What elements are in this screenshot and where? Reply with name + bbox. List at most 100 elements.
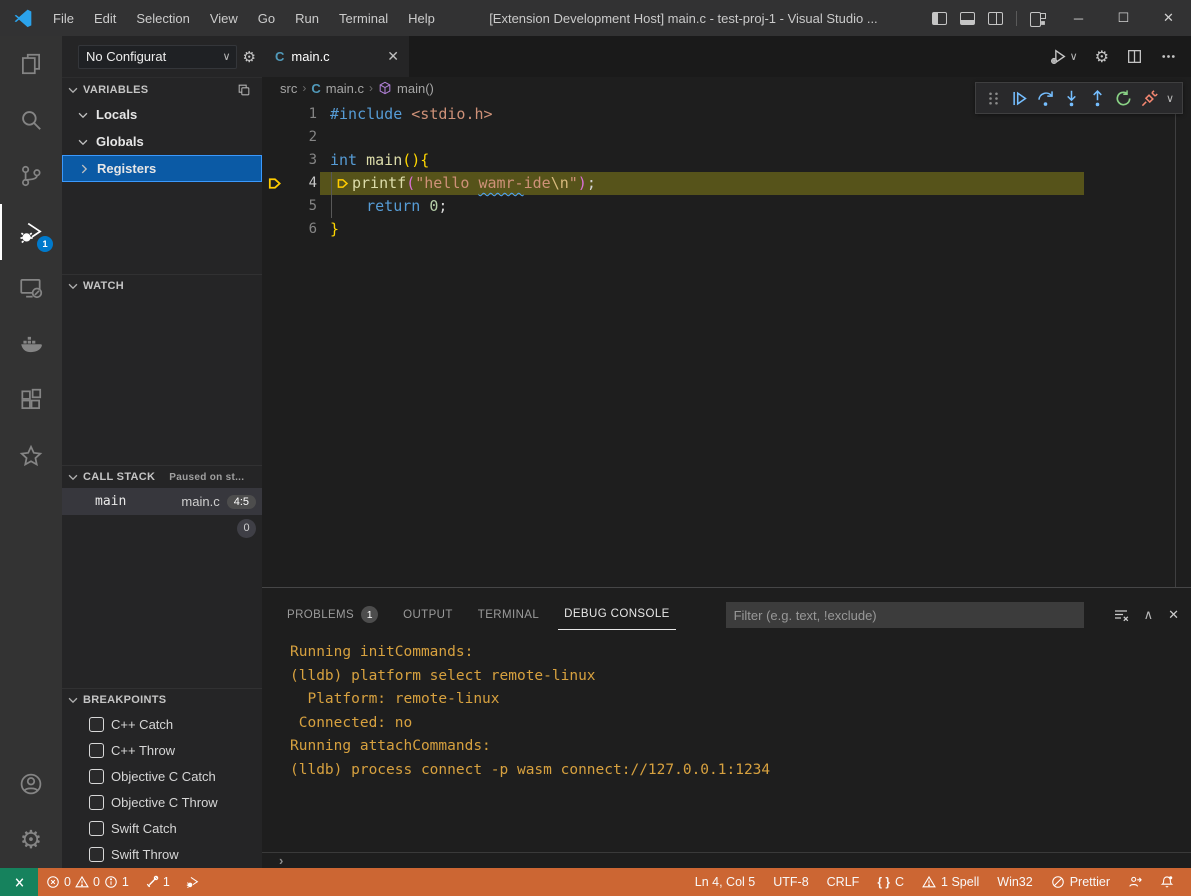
cursor-position[interactable]: Ln 4, Col 5: [686, 875, 764, 889]
gutter[interactable]: 1: [262, 103, 330, 126]
debug-status[interactable]: [178, 875, 208, 889]
breakpoint-checkbox[interactable]: [89, 769, 104, 784]
call-stack-section-header[interactable]: CALL STACK Paused on st...: [62, 465, 262, 488]
breakpoint-row[interactable]: C++ Throw: [62, 737, 262, 763]
continue-button[interactable]: [1010, 89, 1029, 108]
tab-close-icon[interactable]: ✕: [387, 48, 399, 65]
toggle-panel-icon[interactable]: [960, 12, 975, 25]
formatter-status[interactable]: Prettier: [1042, 875, 1119, 889]
debug-config-dropdown[interactable]: No Configurat ∨: [78, 45, 237, 69]
breadcrumb-src[interactable]: src: [280, 81, 297, 96]
menu-selection[interactable]: Selection: [126, 0, 199, 36]
menu-run[interactable]: Run: [285, 0, 329, 36]
breakpoint-checkbox[interactable]: [89, 743, 104, 758]
scope-registers[interactable]: Registers: [62, 155, 262, 182]
menu-file[interactable]: File: [43, 0, 84, 36]
maximize-panel-icon[interactable]: ∧: [1144, 607, 1154, 623]
close-panel-icon[interactable]: ✕: [1168, 607, 1179, 623]
menu-help[interactable]: Help: [398, 0, 445, 36]
customize-layout-icon[interactable]: [1030, 12, 1046, 25]
breakpoint-row[interactable]: C++ Catch: [62, 711, 262, 737]
breakpoint-checkbox[interactable]: [89, 821, 104, 836]
code-line-5[interactable]: 5 return 0;: [262, 195, 1191, 218]
menu-go[interactable]: Go: [248, 0, 285, 36]
activity-settings[interactable]: ⚙: [0, 812, 62, 868]
code-line-6[interactable]: 6}: [262, 218, 1191, 241]
tab-terminal[interactable]: TERMINAL: [472, 601, 545, 630]
code-line-2[interactable]: 2: [262, 126, 1191, 149]
gutter[interactable]: 3: [262, 149, 330, 172]
language-mode[interactable]: { } C: [868, 875, 913, 889]
stack-frame-row[interactable]: main main.c 4:5: [62, 488, 262, 515]
menu-view[interactable]: View: [200, 0, 248, 36]
tab-debug-console[interactable]: DEBUG CONSOLE: [558, 600, 676, 630]
configure-gear-icon[interactable]: ⚙: [1095, 47, 1109, 67]
console-prompt[interactable]: ›: [262, 852, 1191, 868]
activity-run-and-debug[interactable]: 1: [0, 204, 62, 260]
breakpoint-checkbox[interactable]: [89, 795, 104, 810]
scope-locals[interactable]: Locals: [62, 101, 262, 128]
debug-console-output[interactable]: Running initCommands:(lldb) platform sel…: [262, 640, 1191, 852]
maximize-button[interactable]: ☐: [1101, 0, 1146, 36]
more-actions-icon[interactable]: [1160, 48, 1177, 65]
gutter[interactable]: 5: [262, 195, 330, 218]
activity-remote-explorer[interactable]: [0, 260, 62, 316]
encoding[interactable]: UTF-8: [764, 875, 817, 889]
eol-sequence[interactable]: CRLF: [818, 875, 869, 889]
breakpoint-row[interactable]: Swift Throw: [62, 841, 262, 867]
activity-wamr-ide[interactable]: [0, 428, 62, 484]
remote-indicator[interactable]: [0, 868, 38, 896]
feedback-button[interactable]: [1119, 875, 1151, 889]
breakpoint-row[interactable]: Objective C Catch: [62, 763, 262, 789]
activity-search[interactable]: [0, 92, 62, 148]
watch-section-header[interactable]: WATCH: [62, 274, 262, 297]
notifications-button[interactable]: [1151, 875, 1183, 889]
toggle-sidebar-icon[interactable]: [932, 12, 947, 25]
activity-source-control[interactable]: [0, 148, 62, 204]
breakpoint-checkbox[interactable]: [89, 717, 104, 732]
gutter[interactable]: 6: [262, 218, 330, 241]
step-into-button[interactable]: [1062, 89, 1081, 108]
breakpoint-row[interactable]: Swift Catch: [62, 815, 262, 841]
breakpoint-row[interactable]: Objective C Throw: [62, 789, 262, 815]
ports-status[interactable]: 1: [137, 875, 178, 889]
breadcrumb-file[interactable]: main.c: [326, 81, 364, 96]
copy-icon[interactable]: [237, 83, 251, 97]
console-filter-input[interactable]: [726, 602, 1084, 628]
code-editor[interactable]: 1#include <stdio.h>23int main(){4printf(…: [262, 99, 1191, 588]
toggle-secondary-sidebar-icon[interactable]: [988, 12, 1003, 25]
drag-grip-icon[interactable]: [984, 89, 1003, 108]
tab-problems[interactable]: PROBLEMS 1: [281, 598, 384, 632]
clear-console-icon[interactable]: [1113, 607, 1129, 623]
platform-status[interactable]: Win32: [988, 875, 1041, 889]
code-line-3[interactable]: 3int main(){: [262, 149, 1191, 172]
inline-breakpoint-icon[interactable]: [336, 177, 349, 190]
restart-button[interactable]: [1114, 89, 1133, 108]
tab-output[interactable]: OUTPUT: [397, 601, 459, 630]
menu-edit[interactable]: Edit: [84, 0, 126, 36]
activity-explorer[interactable]: [0, 36, 62, 92]
breakpoints-section-header[interactable]: BREAKPOINTS: [62, 688, 262, 711]
minimize-button[interactable]: ─: [1056, 0, 1101, 36]
code-line-4[interactable]: 4printf("hello wamr-ide\n");: [262, 172, 1191, 195]
variables-section-header[interactable]: VARIABLES: [62, 78, 262, 101]
open-launch-json-gear-icon[interactable]: ⚙: [243, 48, 256, 66]
disconnect-button[interactable]: [1140, 89, 1159, 108]
gutter[interactable]: 2: [262, 126, 330, 149]
activity-extensions[interactable]: [0, 372, 62, 428]
activity-account[interactable]: [0, 756, 62, 812]
split-editor-icon[interactable]: [1126, 48, 1143, 65]
step-out-button[interactable]: [1088, 89, 1107, 108]
scope-globals[interactable]: Globals: [62, 128, 262, 155]
breadcrumb-symbol[interactable]: main(): [397, 81, 434, 96]
step-over-button[interactable]: [1036, 89, 1055, 108]
problems-status[interactable]: 0 0 1: [38, 875, 137, 889]
close-button[interactable]: ✕: [1146, 0, 1191, 36]
menu-terminal[interactable]: Terminal: [329, 0, 398, 36]
tab-main-c[interactable]: C main.c ✕: [262, 36, 409, 77]
gutter[interactable]: 4: [262, 172, 330, 195]
spell-checker-status[interactable]: 1 Spell: [913, 875, 988, 889]
activity-docker[interactable]: [0, 316, 62, 372]
chevron-down-icon[interactable]: ∨: [1166, 92, 1174, 105]
editor-scrollbar[interactable]: [1175, 99, 1176, 587]
